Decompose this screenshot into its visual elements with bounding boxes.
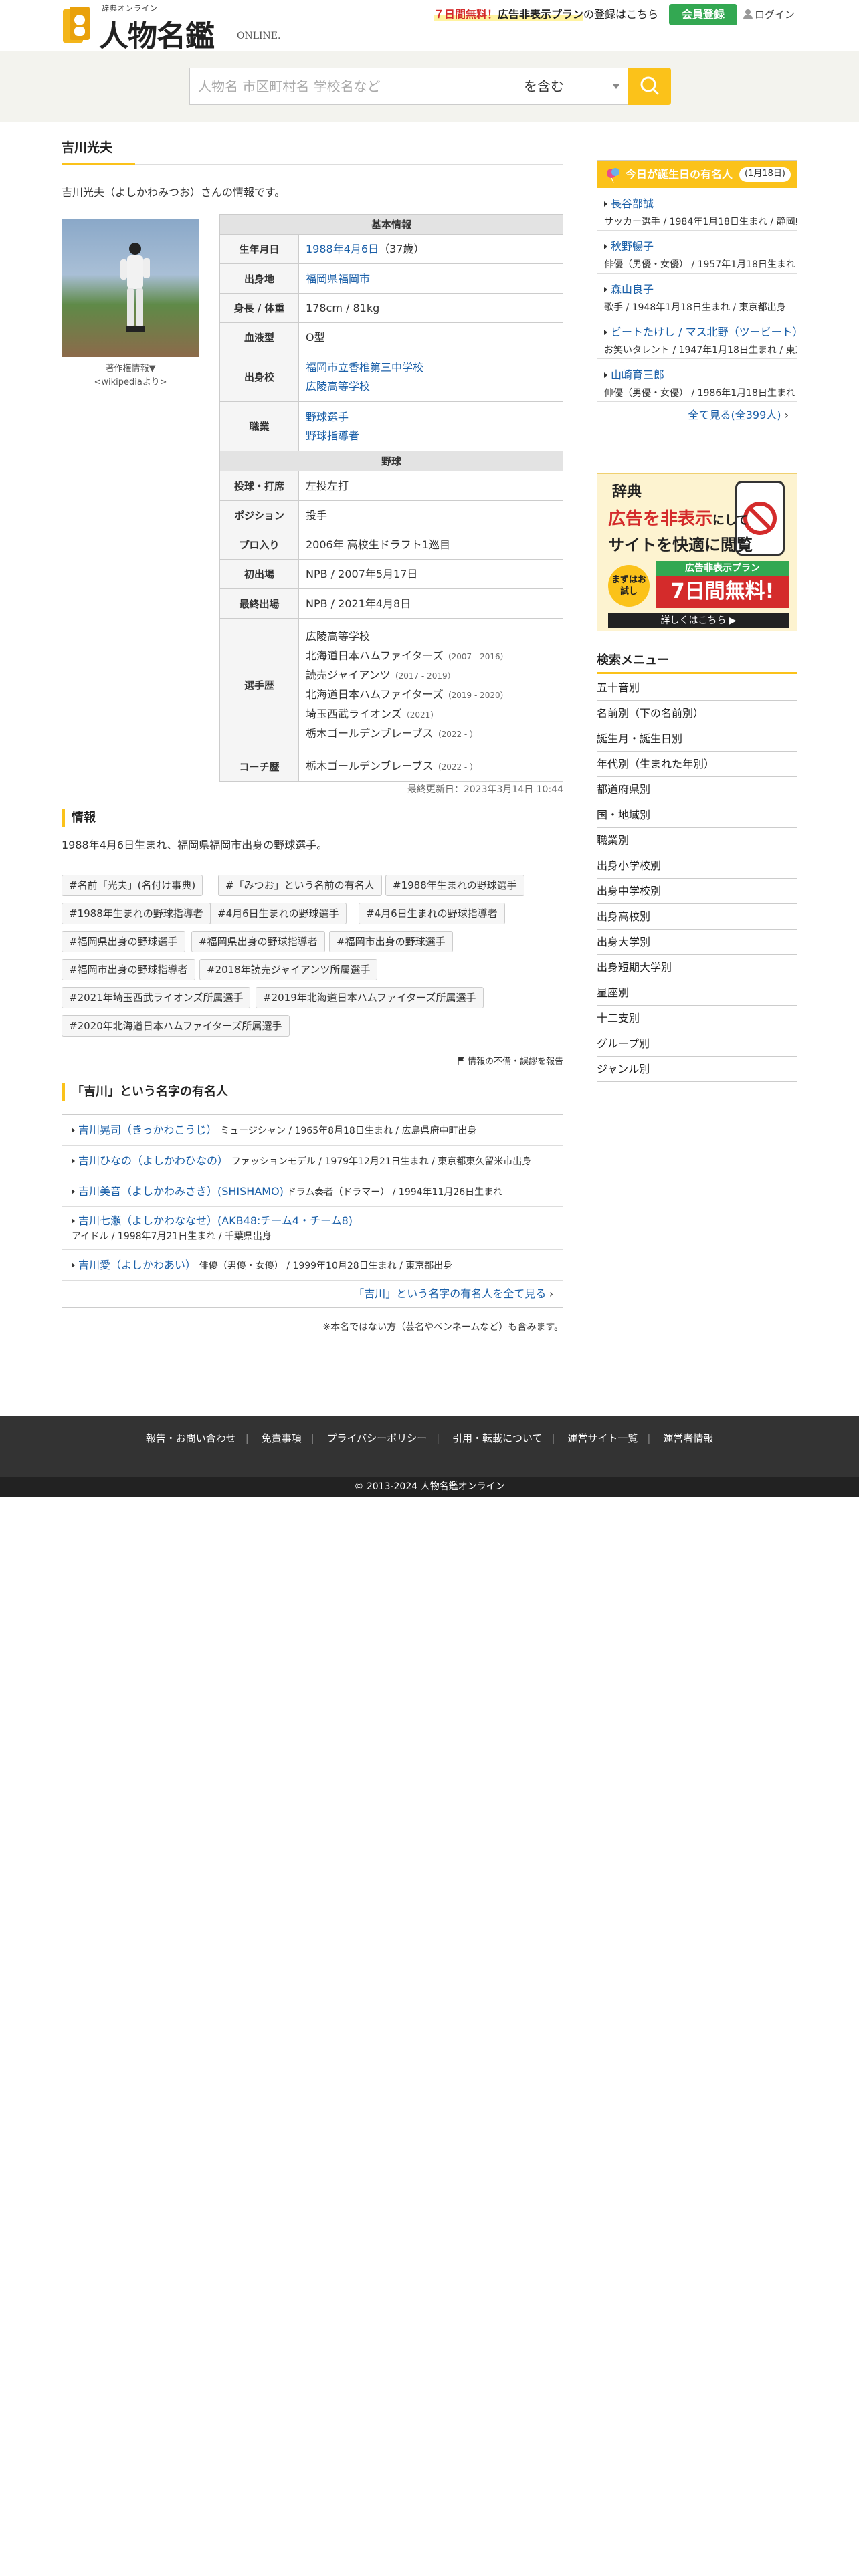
- player-image: [120, 243, 150, 332]
- search-menu-item[interactable]: 星座別: [597, 980, 797, 1006]
- birthday-item[interactable]: 秋野暢子俳優（男優・女優） / 1957年1月18日生まれ / 大阪府出身: [597, 231, 797, 274]
- site-logo[interactable]: 辞典オンライン 人物名鑑 ONLINE.: [62, 3, 280, 53]
- tag[interactable]: #名前「光夫」(名付け事典): [62, 875, 203, 896]
- search-menu-item[interactable]: 出身高校別: [597, 904, 797, 930]
- birthday-item[interactable]: 森山良子 歌手 / 1948年1月18日生まれ / 東京都出身: [597, 274, 797, 316]
- login-link[interactable]: ログイン: [743, 7, 795, 23]
- basic-info-header: 基本情報: [219, 214, 563, 235]
- user-icon: [743, 9, 753, 19]
- copyright: © 2013-2024 人物名鑑オンライン: [0, 1477, 859, 1497]
- report-link[interactable]: 情報の不備・誤謬を報告: [62, 1054, 563, 1067]
- footer-link[interactable]: 報告・お問い合わせ: [146, 1432, 236, 1444]
- search-menu-item[interactable]: 職業別: [597, 828, 797, 853]
- search-menu-item[interactable]: 十二支別: [597, 1006, 797, 1031]
- ad-cta-button[interactable]: 詳しくはこちら ▶: [608, 613, 789, 628]
- baseball-header: 野球: [219, 451, 563, 471]
- ad-banner[interactable]: 辞典 広告を非表示にして サイトを快適に閲覧 まずはお試し 広告非表示プラン 7…: [597, 473, 797, 631]
- search-menu-item[interactable]: ジャンル別: [597, 1057, 797, 1082]
- tag[interactable]: #福岡市出身の野球選手: [329, 931, 453, 952]
- search-menu: 五十音別 名前別（下の名前別） 誕生月・誕生日別 年代別（生まれた年別） 都道府…: [597, 675, 797, 1082]
- footer-link[interactable]: 運営サイト一覧: [567, 1432, 638, 1444]
- birthday-widget: 今日が誕生日の有名人 (1月18日) 長谷部誠 サッカー選手 / 1984年1月1…: [597, 160, 797, 429]
- search-icon: [640, 76, 659, 95]
- search-menu-item[interactable]: 国・地域別: [597, 802, 797, 828]
- balloon-icon: [607, 168, 619, 183]
- search-menu-item[interactable]: 都道府県別: [597, 777, 797, 802]
- birthday-header: 今日が誕生日の有名人 (1月18日): [597, 161, 797, 188]
- birthday-item[interactable]: 長谷部誠サッカー選手 / 1984年1月18日生まれ / 静岡県藤枝市出身: [597, 188, 797, 231]
- surname-note: ※本名ではない方（芸名やペンネームなど）も含みます。: [322, 1322, 563, 1333]
- list-item[interactable]: 吉川美音（よしかわみさき）(SHISHAMO) ドラム奏者（ドラマー） / 19…: [62, 1176, 563, 1207]
- chevron-right-icon: ›: [549, 1288, 553, 1300]
- career-list: 広陵高等学校 北海道日本ハムファイターズ（2007 - 2016） 読売ジャイア…: [298, 618, 563, 752]
- surname-more-link[interactable]: 「吉川」という名字の有名人を全て見る ›: [62, 1281, 563, 1307]
- job-link[interactable]: 野球選手: [306, 411, 349, 423]
- tag[interactable]: #「みつお」という名前の有名人: [218, 875, 382, 896]
- search-menu-item[interactable]: グループ別: [597, 1031, 797, 1057]
- tag[interactable]: #1988年生まれの野球選手: [385, 875, 524, 896]
- site-footer: 報告・お問い合わせ | 免責事項 | プライバシーポリシー | 引用・転載について | …: [0, 1416, 859, 1477]
- search-menu-item[interactable]: 出身大学別: [597, 930, 797, 955]
- tag[interactable]: #1988年生まれの野球指導者: [62, 903, 211, 924]
- footer-links: 報告・お問い合わせ | 免責事項 | プライバシーポリシー | 引用・転載について | …: [145, 1432, 714, 1444]
- list-item[interactable]: 吉川ひなの（よしかわひなの） ファッションモデル / 1979年12月21日生ま…: [62, 1146, 563, 1176]
- footer-link[interactable]: 免責事項: [262, 1432, 302, 1444]
- intro-text: 吉川光夫（よしかわみつお）さんの情報です。: [62, 186, 286, 199]
- search-menu-item[interactable]: 年代別（生まれた年別）: [597, 752, 797, 777]
- page-title: 吉川光夫: [62, 134, 563, 165]
- search-menu-item[interactable]: 出身短期大学別: [597, 955, 797, 980]
- book-logo-icon: [63, 7, 90, 43]
- search-menu-title: 検索メニュー: [597, 647, 797, 674]
- register-button[interactable]: 会員登録: [669, 4, 737, 25]
- photo-caption: 著作権情報▼ <wikipediaより>: [94, 364, 167, 387]
- info-heading: 情報: [62, 809, 563, 827]
- tag[interactable]: #2021年埼玉西武ライオンズ所属選手: [62, 987, 251, 1008]
- list-item[interactable]: 吉川七瀬（よしかわななせ）(AKB48:チーム4・チーム8) アイドル / 199…: [62, 1207, 563, 1250]
- surname-list: 吉川晃司（きっかわこうじ） ミュージシャン / 1965年8月18日生まれ / …: [62, 1114, 563, 1308]
- job-link[interactable]: 野球指導者: [306, 429, 359, 442]
- description: 1988年4月6日生まれ、福岡県福岡市出身の野球選手。: [62, 839, 328, 851]
- search-menu-item[interactable]: 出身中学校別: [597, 879, 797, 904]
- list-item[interactable]: 吉川愛（よしかわあい） 俳優（男優・女優） / 1999年10月28日生まれ /…: [62, 1250, 563, 1281]
- profile-photo: [62, 219, 199, 357]
- chevron-down-icon: [613, 84, 619, 89]
- flag-icon: [457, 1057, 464, 1065]
- school-link[interactable]: 福岡市立香椎第三中学校: [306, 361, 423, 374]
- profile-table: 基本情報 生年月日 1988年4月6日（37歳） 出身地 福岡県福岡市 身長 /…: [219, 214, 563, 782]
- tag[interactable]: #福岡県出身の野球指導者: [191, 931, 325, 952]
- search-input[interactable]: 人物名 市区町村名 学校名など: [189, 68, 514, 105]
- search-mode-select[interactable]: を含む: [514, 68, 628, 105]
- tag[interactable]: #2019年北海道日本ハムファイターズ所属選手: [256, 987, 484, 1008]
- surname-heading: 「吉川」という名字の有名人: [62, 1083, 563, 1101]
- tag[interactable]: #福岡県出身の野球選手: [62, 931, 185, 952]
- birthday-item[interactable]: 山崎育三郎俳優（男優・女優） / 1986年1月18日生まれ / 東京都出身: [597, 359, 797, 402]
- search-menu-item[interactable]: 五十音別: [597, 675, 797, 701]
- tag[interactable]: #4月6日生まれの野球指導者: [359, 903, 505, 924]
- birthday-more-link[interactable]: 全て見る(全399人) ›: [597, 402, 797, 429]
- site-header: 辞典オンライン 人物名鑑 ONLINE. ７日間無料！広告非表示プランの登録はこ…: [0, 0, 859, 53]
- birthday-item[interactable]: ビートたけし / マス北野（ツービート） お笑いタレント / 1947年1月18日…: [597, 316, 797, 359]
- footer-link[interactable]: 引用・転載について: [452, 1432, 543, 1444]
- promo-link[interactable]: ７日間無料！広告非表示プランの登録はこちら: [434, 7, 658, 23]
- birthday-date-badge: (1月18日): [739, 167, 791, 182]
- search-menu-item[interactable]: 名前別（下の名前別）: [597, 701, 797, 726]
- tag[interactable]: #4月6日生まれの野球選手: [210, 903, 347, 924]
- footer-link[interactable]: プライバシーポリシー: [326, 1432, 427, 1444]
- ad-logo: 辞典: [612, 483, 642, 500]
- search-menu-item[interactable]: 誕生月・誕生日別: [597, 726, 797, 752]
- logo-online: ONLINE.: [237, 31, 281, 41]
- birthdate-link[interactable]: 1988年4月6日: [306, 243, 379, 255]
- search-bar: 人物名 市区町村名 学校名など を含む: [0, 51, 859, 122]
- footer-link[interactable]: 運営者情報: [663, 1432, 713, 1444]
- chevron-right-icon: ›: [784, 409, 789, 421]
- tag[interactable]: #福岡市出身の野球指導者: [62, 959, 195, 980]
- school-link[interactable]: 広陵高等学校: [306, 380, 370, 393]
- tag[interactable]: #2020年北海道日本ハムファイターズ所属選手: [62, 1015, 290, 1037]
- list-item[interactable]: 吉川晃司（きっかわこうじ） ミュージシャン / 1965年8月18日生まれ / …: [62, 1115, 563, 1146]
- tag[interactable]: #2018年読売ジャイアンツ所属選手: [199, 959, 378, 980]
- last-updated: 最終更新日：2023年3月14日 10:44: [407, 784, 563, 795]
- birthplace-link[interactable]: 福岡県福岡市: [306, 272, 370, 285]
- search-menu-item[interactable]: 出身小学校別: [597, 853, 797, 879]
- search-button[interactable]: [628, 68, 671, 105]
